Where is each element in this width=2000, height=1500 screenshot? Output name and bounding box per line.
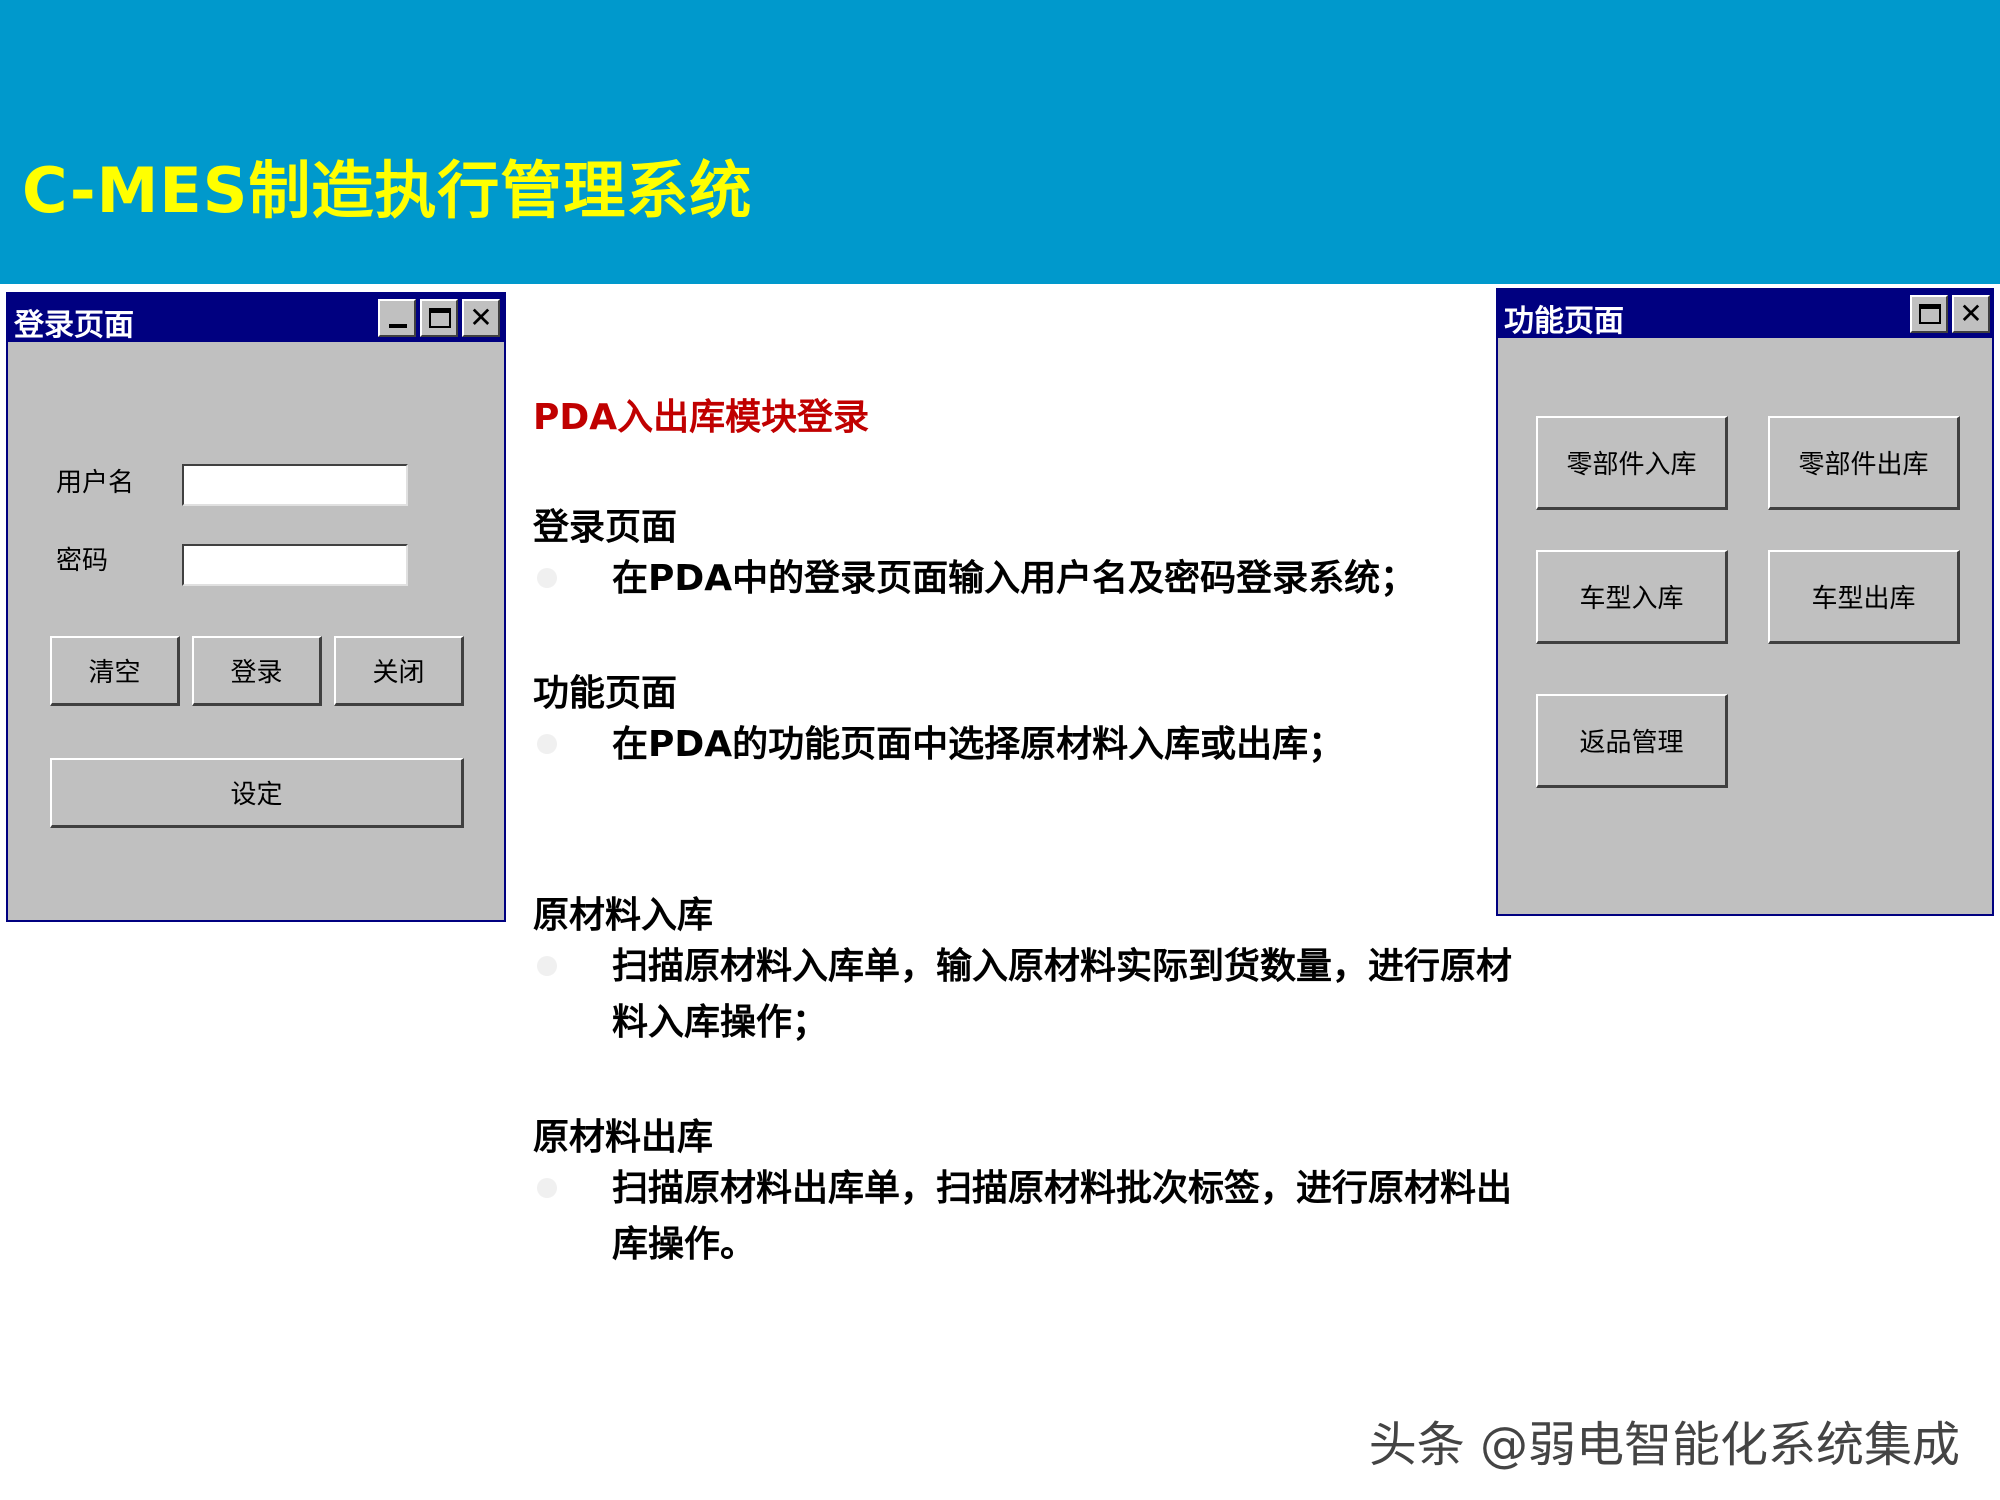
function-window: 功能页面 ✕ 零部件入库 零部件出库 车型入库 车型出库 返品管理 [1496,288,1994,916]
bullet-dot [537,956,557,976]
watermark: 头条 @弱电智能化系统集成 [1368,1417,1960,1473]
minimize-icon [380,301,414,335]
section-heading: 原材料出库 [533,1117,714,1158]
section-text: 在PDA的功能页面中选择原材料入库或出库； [612,724,1345,765]
maximize-icon [1912,297,1946,331]
section-heading: 原材料入库 [533,895,714,936]
login-window-titlebar[interactable]: 登录页面 ✕ [8,294,504,343]
close-icon: ✕ [469,301,493,334]
password-label: 密码 [56,546,109,576]
function-window-title: 功能页面 [1504,304,1624,339]
maximize-icon [422,301,456,335]
section-text: 料入库操作； [612,1002,829,1043]
bullet-dot [537,734,557,754]
login-button[interactable]: 登录 [192,636,322,706]
section-text: 在PDA中的登录页面输入用户名及密码登录系统； [612,558,1417,599]
close-button[interactable]: 关闭 [334,636,464,706]
section-text: 扫描原材料入库单，输入原材料实际到货数量，进行原材 [612,946,1513,987]
page-title: C-MES制造执行管理系统 [22,154,753,227]
section-heading: 登录页面 [533,507,678,548]
clear-button[interactable]: 清空 [50,636,180,706]
header-banner: C-MES制造执行管理系统 [0,0,2000,284]
parts-inbound-button[interactable]: 零部件入库 [1536,416,1728,510]
function-window-titlebar[interactable]: 功能页面 ✕ [1498,290,1992,339]
minimize-button[interactable] [378,299,416,337]
vehicle-inbound-button[interactable]: 车型入库 [1536,550,1728,644]
close-window-button[interactable]: ✕ [462,299,500,337]
login-window-title: 登录页面 [14,308,134,343]
username-input[interactable] [182,464,408,506]
vehicle-outbound-button[interactable]: 车型出库 [1768,550,1960,644]
maximize-button[interactable] [1910,295,1948,333]
bullet-dot [537,568,557,588]
close-icon: ✕ [1959,297,1983,330]
password-input[interactable] [182,544,408,586]
section-text: 库操作。 [612,1224,757,1265]
close-window-button[interactable]: ✕ [1952,295,1990,333]
username-label: 用户名 [56,468,135,498]
section-heading: 功能页面 [533,673,678,714]
parts-outbound-button[interactable]: 零部件出库 [1768,416,1960,510]
settings-button[interactable]: 设定 [50,758,464,828]
returns-management-button[interactable]: 返品管理 [1536,694,1728,788]
maximize-button[interactable] [420,299,458,337]
bullet-dot [537,1178,557,1198]
section-text: 扫描原材料出库单，扫描原材料批次标签，进行原材料出 [612,1168,1513,1209]
module-title: PDA入出库模块登录 [533,397,870,438]
login-window: 登录页面 ✕ 用户名 密码 清空 登录 关闭 设定 [6,292,506,922]
